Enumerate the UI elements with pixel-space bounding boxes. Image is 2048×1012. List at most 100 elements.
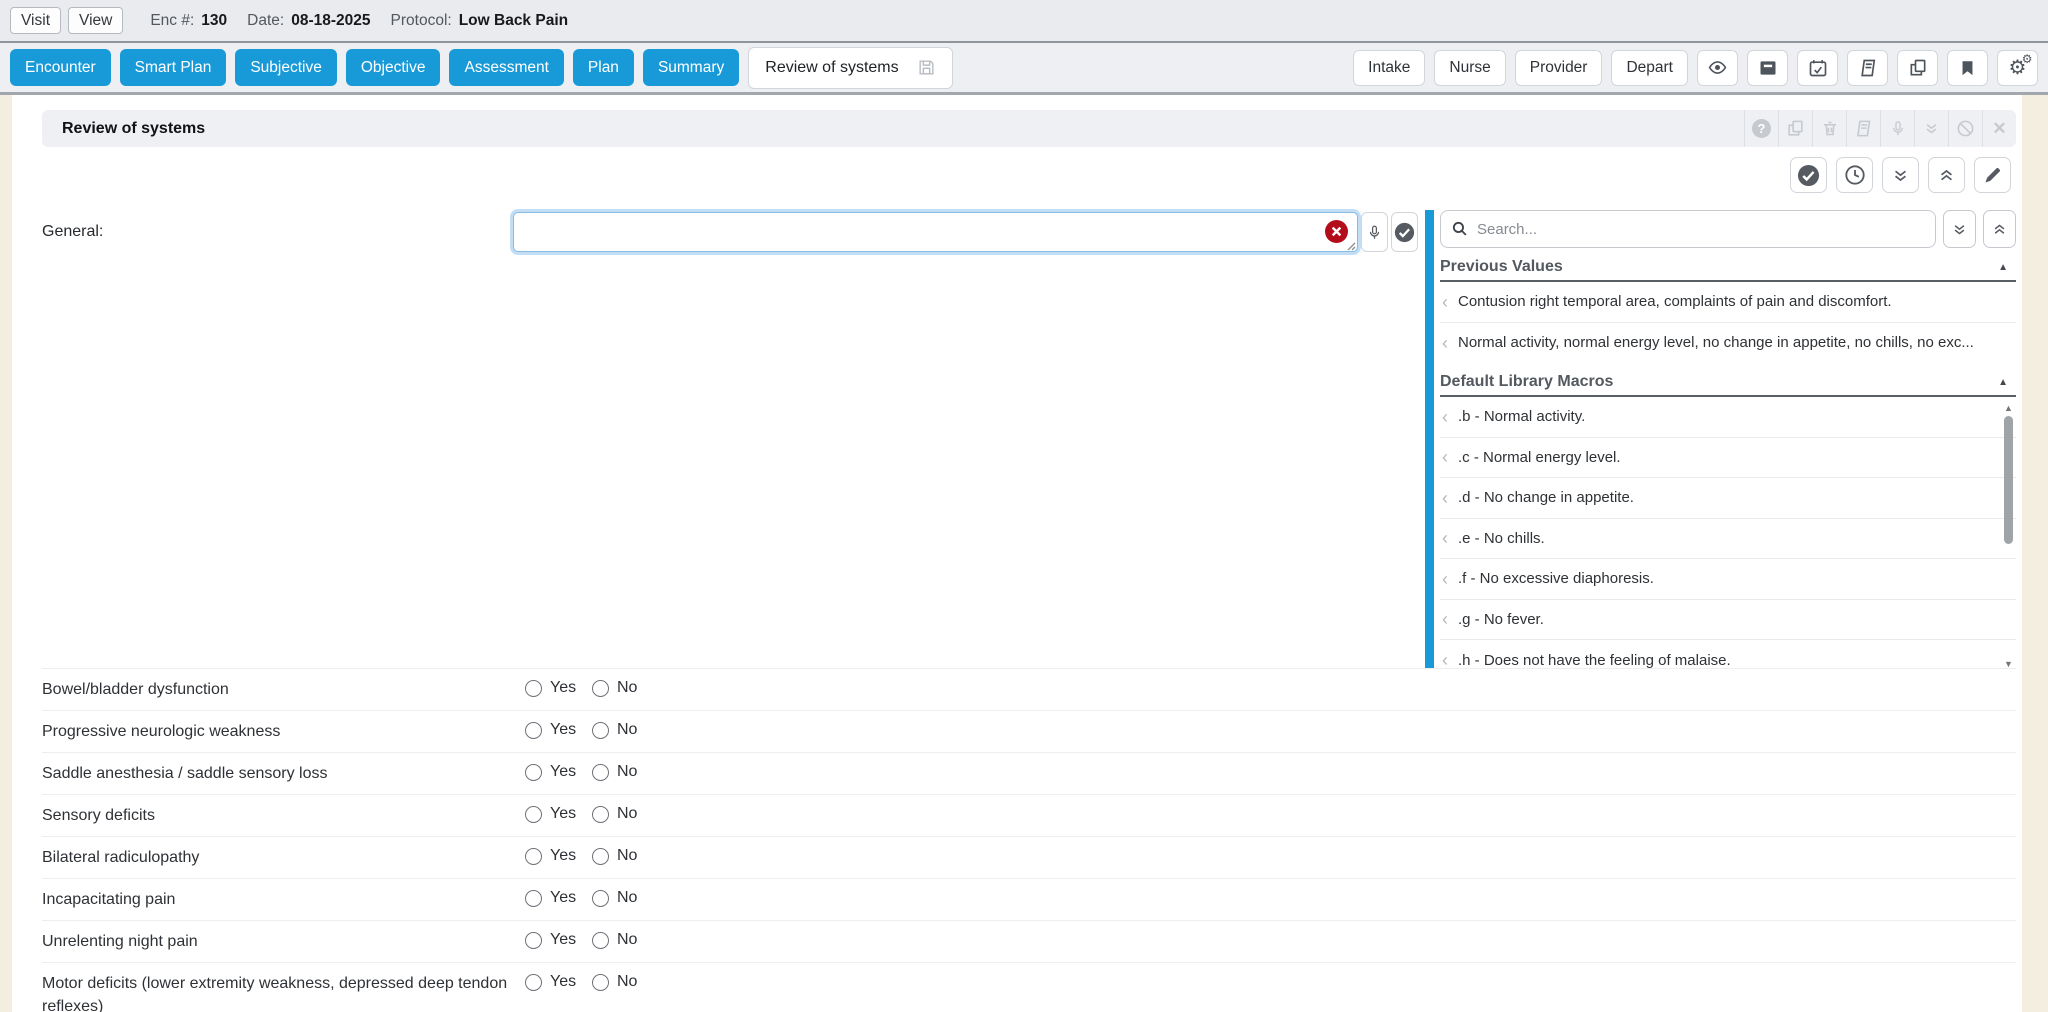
macro-item[interactable]: ‹ .g - No fever. (1440, 600, 2016, 641)
confirm-field-button[interactable] (1391, 212, 1418, 252)
question-options: Yes No (525, 763, 637, 781)
yes-option-label: Yes (550, 931, 576, 949)
macro-item[interactable]: ‹ .h - Does not have the feeling of mala… (1440, 640, 2016, 668)
yes-radio[interactable] (525, 722, 542, 739)
previous-values-title: Previous Values (1440, 258, 1998, 276)
calendar-button[interactable] (1797, 50, 1838, 86)
expand-all-button[interactable] (1882, 157, 1919, 193)
macro-item[interactable]: ‹ .f - No excessive diaphoresis. (1440, 559, 2016, 600)
collapse-all-button[interactable] (1928, 157, 1965, 193)
no-radio[interactable] (592, 932, 609, 949)
no-radio[interactable] (592, 806, 609, 823)
library-button[interactable] (1846, 110, 1880, 147)
macro-item[interactable]: ‹ .e - No chills. (1440, 519, 2016, 560)
no-radio[interactable] (592, 848, 609, 865)
dictate-button[interactable] (1880, 110, 1914, 147)
no-option[interactable]: No (592, 721, 637, 739)
collapse-triangle-icon[interactable]: ▲ (1998, 262, 2008, 273)
stage-button[interactable]: Provider (1515, 50, 1603, 86)
chevrons-up-icon (1991, 222, 2008, 237)
yes-radio[interactable] (525, 932, 542, 949)
collapse-triangle-icon[interactable]: ▲ (1998, 377, 2008, 388)
no-option-label: No (617, 679, 637, 697)
general-textarea[interactable] (513, 212, 1358, 252)
yes-option[interactable]: Yes (525, 973, 592, 991)
yes-radio[interactable] (525, 764, 542, 781)
yes-option[interactable]: Yes (525, 847, 592, 865)
no-radio[interactable] (592, 680, 609, 697)
yes-radio[interactable] (525, 974, 542, 991)
no-option[interactable]: No (592, 679, 637, 697)
no-option[interactable]: No (592, 763, 637, 781)
nav-tab[interactable]: Subjective (235, 49, 337, 86)
no-option[interactable]: No (592, 973, 637, 991)
stage-button[interactable]: Intake (1353, 50, 1425, 86)
scroll-up-arrow[interactable]: ▲ (2001, 403, 2016, 413)
scroll-down-arrow[interactable]: ▼ (2001, 659, 2016, 668)
preview-button[interactable] (1697, 50, 1738, 86)
yes-option[interactable]: Yes (525, 679, 592, 697)
panel-divider (1425, 210, 1434, 668)
mark-complete-button[interactable] (1790, 157, 1827, 193)
yes-option[interactable]: Yes (525, 889, 592, 907)
close-section-button[interactable]: ✕ (1982, 110, 2016, 147)
previous-value-item[interactable]: ‹ Normal activity, normal energy level, … (1440, 323, 2016, 364)
previous-values-header[interactable]: Previous Values ▲ (1440, 254, 2016, 282)
delete-button[interactable] (1812, 110, 1846, 147)
help-button[interactable]: ? (1744, 110, 1778, 147)
nav-tab[interactable]: Objective (346, 49, 441, 86)
previous-value-item[interactable]: ‹ Contusion right temporal area, complai… (1440, 282, 2016, 323)
journal-button[interactable] (1847, 50, 1888, 86)
yes-option[interactable]: Yes (525, 805, 592, 823)
macros-header[interactable]: Default Library Macros ▲ (1440, 369, 2016, 397)
resize-handle[interactable] (1344, 238, 1356, 250)
insert-chevron-icon: ‹ (1442, 293, 1458, 311)
settings-button[interactable]: ⚙⚙ (1997, 50, 2038, 86)
nav-tab[interactable]: Plan (573, 49, 634, 86)
panel-collapse-button[interactable] (1983, 210, 2016, 248)
info-label: Date: (247, 12, 284, 30)
yes-radio[interactable] (525, 848, 542, 865)
edit-button[interactable] (1974, 157, 2011, 193)
disable-button[interactable] (1948, 110, 1982, 147)
scrollbar-thumb[interactable] (2004, 416, 2013, 544)
yes-radio[interactable] (525, 806, 542, 823)
no-option[interactable]: No (592, 889, 637, 907)
top-bar-button[interactable]: View (68, 7, 123, 34)
yes-radio[interactable] (525, 680, 542, 697)
stage-button[interactable]: Depart (1611, 50, 1688, 86)
yes-option[interactable]: Yes (525, 763, 592, 781)
no-radio[interactable] (592, 974, 609, 991)
expand-section-button[interactable] (1914, 110, 1948, 147)
macro-item[interactable]: ‹ .c - Normal energy level. (1440, 438, 2016, 479)
nav-tab[interactable]: Smart Plan (120, 49, 227, 86)
yes-radio[interactable] (525, 890, 542, 907)
history-button[interactable] (1836, 157, 1873, 193)
yes-option[interactable]: Yes (525, 931, 592, 949)
archive-button[interactable] (1747, 50, 1788, 86)
no-option[interactable]: No (592, 931, 637, 949)
stage-button[interactable]: Nurse (1434, 50, 1505, 86)
copy-forward-button[interactable] (1778, 110, 1812, 147)
search-input[interactable] (1440, 210, 1936, 248)
no-option[interactable]: No (592, 805, 637, 823)
yes-option[interactable]: Yes (525, 721, 592, 739)
ros-question-row: Progressive neurologic weakness Yes No (42, 711, 2016, 753)
top-bar-button[interactable]: Visit (10, 7, 61, 34)
bookmark-button[interactable] (1947, 50, 1988, 86)
no-radio[interactable] (592, 722, 609, 739)
macro-item[interactable]: ‹ .d - No change in appetite. (1440, 478, 2016, 519)
no-option[interactable]: No (592, 847, 637, 865)
dictate-field-button[interactable] (1361, 212, 1388, 252)
macros-scrollbar[interactable]: ▲ ▼ (2001, 403, 2016, 668)
copy-button[interactable] (1897, 50, 1938, 86)
save-icon[interactable] (917, 58, 936, 77)
no-radio[interactable] (592, 764, 609, 781)
nav-tab[interactable]: Assessment (449, 49, 563, 86)
no-radio[interactable] (592, 890, 609, 907)
nav-tab[interactable]: Encounter (10, 49, 111, 86)
macro-item[interactable]: ‹ .b - Normal activity. (1440, 397, 2016, 438)
panel-expand-button[interactable] (1943, 210, 1976, 248)
tab-review-of-systems[interactable]: Review of systems (748, 47, 952, 89)
nav-tab[interactable]: Summary (643, 49, 739, 86)
